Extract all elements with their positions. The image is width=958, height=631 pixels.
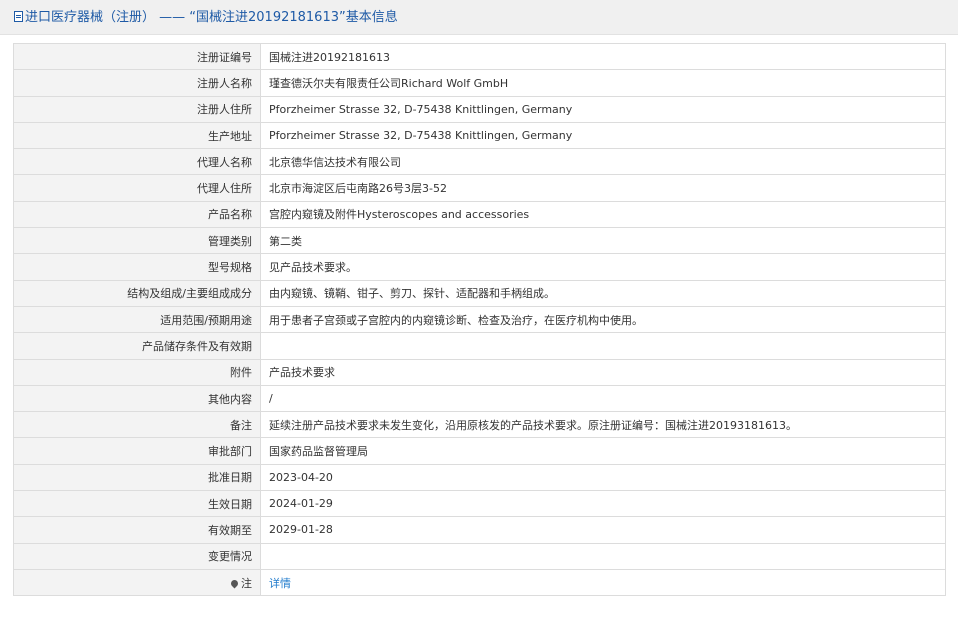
row-value: 2029-01-28 bbox=[260, 516, 946, 544]
table-row: 代理人名称 北京德华信达技术有限公司 bbox=[13, 148, 946, 176]
row-label: 附件 bbox=[13, 358, 261, 386]
row-value: 由内窥镜、镜鞘、钳子、剪刀、探针、适配器和手柄组成。 bbox=[260, 279, 946, 307]
row-label: 注册证编号 bbox=[13, 42, 261, 71]
table-row-note: 注 详情 bbox=[13, 568, 946, 597]
row-value: 2024-01-29 bbox=[260, 490, 946, 518]
row-value bbox=[260, 542, 946, 570]
table-row: 适用范围/预期用途 用于患者子宫颈或子宫腔内的内窥镜诊断、检查及治疗，在医疗机构… bbox=[13, 305, 946, 334]
row-value: 延续注册产品技术要求未发生变化，沿用原核发的产品技术要求。原注册证编号：国械注进… bbox=[260, 411, 946, 439]
table-row: 变更情况 bbox=[13, 542, 946, 570]
note-label-cell: 注 bbox=[13, 568, 261, 597]
row-label: 注册人名称 bbox=[13, 69, 261, 97]
table-row: 注册证编号 国械注进20192181613 bbox=[13, 42, 946, 71]
table-row: 代理人住所 北京市海淀区后屯南路26号3层3-52 bbox=[13, 174, 946, 202]
row-label: 代理人住所 bbox=[13, 174, 261, 202]
row-value: 瑾查德沃尔夫有限责任公司Richard Wolf GmbH bbox=[260, 69, 946, 97]
row-label: 代理人名称 bbox=[13, 148, 261, 176]
row-value: 产品技术要求 bbox=[260, 358, 946, 386]
note-label: 注 bbox=[241, 576, 252, 590]
row-label: 审批部门 bbox=[13, 437, 261, 465]
row-value: 用于患者子宫颈或子宫腔内的内窥镜诊断、检查及治疗，在医疗机构中使用。 bbox=[260, 305, 946, 334]
row-label: 适用范围/预期用途 bbox=[13, 305, 261, 334]
row-label: 有效期至 bbox=[13, 516, 261, 544]
table-row: 注册人名称 瑾查德沃尔夫有限责任公司Richard Wolf GmbH bbox=[13, 69, 946, 97]
detail-link[interactable]: 详情 bbox=[269, 577, 291, 590]
row-value: 2023-04-20 bbox=[260, 463, 946, 492]
table-row: 结构及组成/主要组成成分 由内窥镜、镜鞘、钳子、剪刀、探针、适配器和手柄组成。 bbox=[13, 279, 946, 307]
page-title-text: 进口医疗器械（注册） —— “国械注进20192181613”基本信息 bbox=[25, 10, 398, 25]
table-row: 其他内容 / bbox=[13, 384, 946, 413]
note-value-cell: 详情 bbox=[260, 568, 946, 597]
table-row: 生效日期 2024-01-29 bbox=[13, 490, 946, 518]
table-row: 有效期至 2029-01-28 bbox=[13, 516, 946, 544]
info-table: 注册证编号 国械注进20192181613 注册人名称 瑾查德沃尔夫有限责任公司… bbox=[13, 42, 946, 597]
table-row: 注册人住所 Pforzheimer Strasse 32, D-75438 Kn… bbox=[13, 95, 946, 123]
row-label: 型号规格 bbox=[13, 253, 261, 281]
table-row: 产品储存条件及有效期 bbox=[13, 332, 946, 360]
row-value: 国械注进20192181613 bbox=[260, 42, 946, 71]
row-label: 注册人住所 bbox=[13, 95, 261, 123]
row-value bbox=[260, 332, 946, 360]
row-label: 结构及组成/主要组成成分 bbox=[13, 279, 261, 307]
table-row: 批准日期 2023-04-20 bbox=[13, 463, 946, 492]
location-pin-icon bbox=[229, 578, 240, 589]
row-value: Pforzheimer Strasse 32, D-75438 Knittlin… bbox=[260, 95, 946, 123]
row-label: 备注 bbox=[13, 411, 261, 439]
row-label: 生产地址 bbox=[13, 121, 261, 150]
table-row: 管理类别 第二类 bbox=[13, 227, 946, 255]
row-value: 北京德华信达技术有限公司 bbox=[260, 148, 946, 176]
row-value: 国家药品监督管理局 bbox=[260, 437, 946, 465]
row-value: 第二类 bbox=[260, 227, 946, 255]
page-title: 进口医疗器械（注册） —— “国械注进20192181613”基本信息 bbox=[14, 9, 398, 27]
table-row: 审批部门 国家药品监督管理局 bbox=[13, 437, 946, 465]
row-label: 生效日期 bbox=[13, 490, 261, 518]
row-value: 宫腔内窥镜及附件Hysteroscopes and accessories bbox=[260, 200, 946, 229]
row-label: 产品名称 bbox=[13, 200, 261, 229]
row-label: 其他内容 bbox=[13, 384, 261, 413]
row-label: 变更情况 bbox=[13, 542, 261, 570]
table-row: 型号规格 见产品技术要求。 bbox=[13, 253, 946, 281]
row-value: / bbox=[260, 384, 946, 413]
row-label: 产品储存条件及有效期 bbox=[13, 332, 261, 360]
table-row: 附件 产品技术要求 bbox=[13, 358, 946, 386]
document-icon bbox=[14, 11, 23, 22]
table-row: 备注 延续注册产品技术要求未发生变化，沿用原核发的产品技术要求。原注册证编号：国… bbox=[13, 411, 946, 439]
row-value: 见产品技术要求。 bbox=[260, 253, 946, 281]
row-label: 管理类别 bbox=[13, 227, 261, 255]
row-value: 北京市海淀区后屯南路26号3层3-52 bbox=[260, 174, 946, 202]
row-value: Pforzheimer Strasse 32, D-75438 Knittlin… bbox=[260, 121, 946, 150]
table-row: 生产地址 Pforzheimer Strasse 32, D-75438 Kni… bbox=[13, 121, 946, 150]
row-label: 批准日期 bbox=[13, 463, 261, 492]
page-header: 进口医疗器械（注册） —— “国械注进20192181613”基本信息 bbox=[0, 0, 958, 35]
table-row: 产品名称 宫腔内窥镜及附件Hysteroscopes and accessori… bbox=[13, 200, 946, 229]
